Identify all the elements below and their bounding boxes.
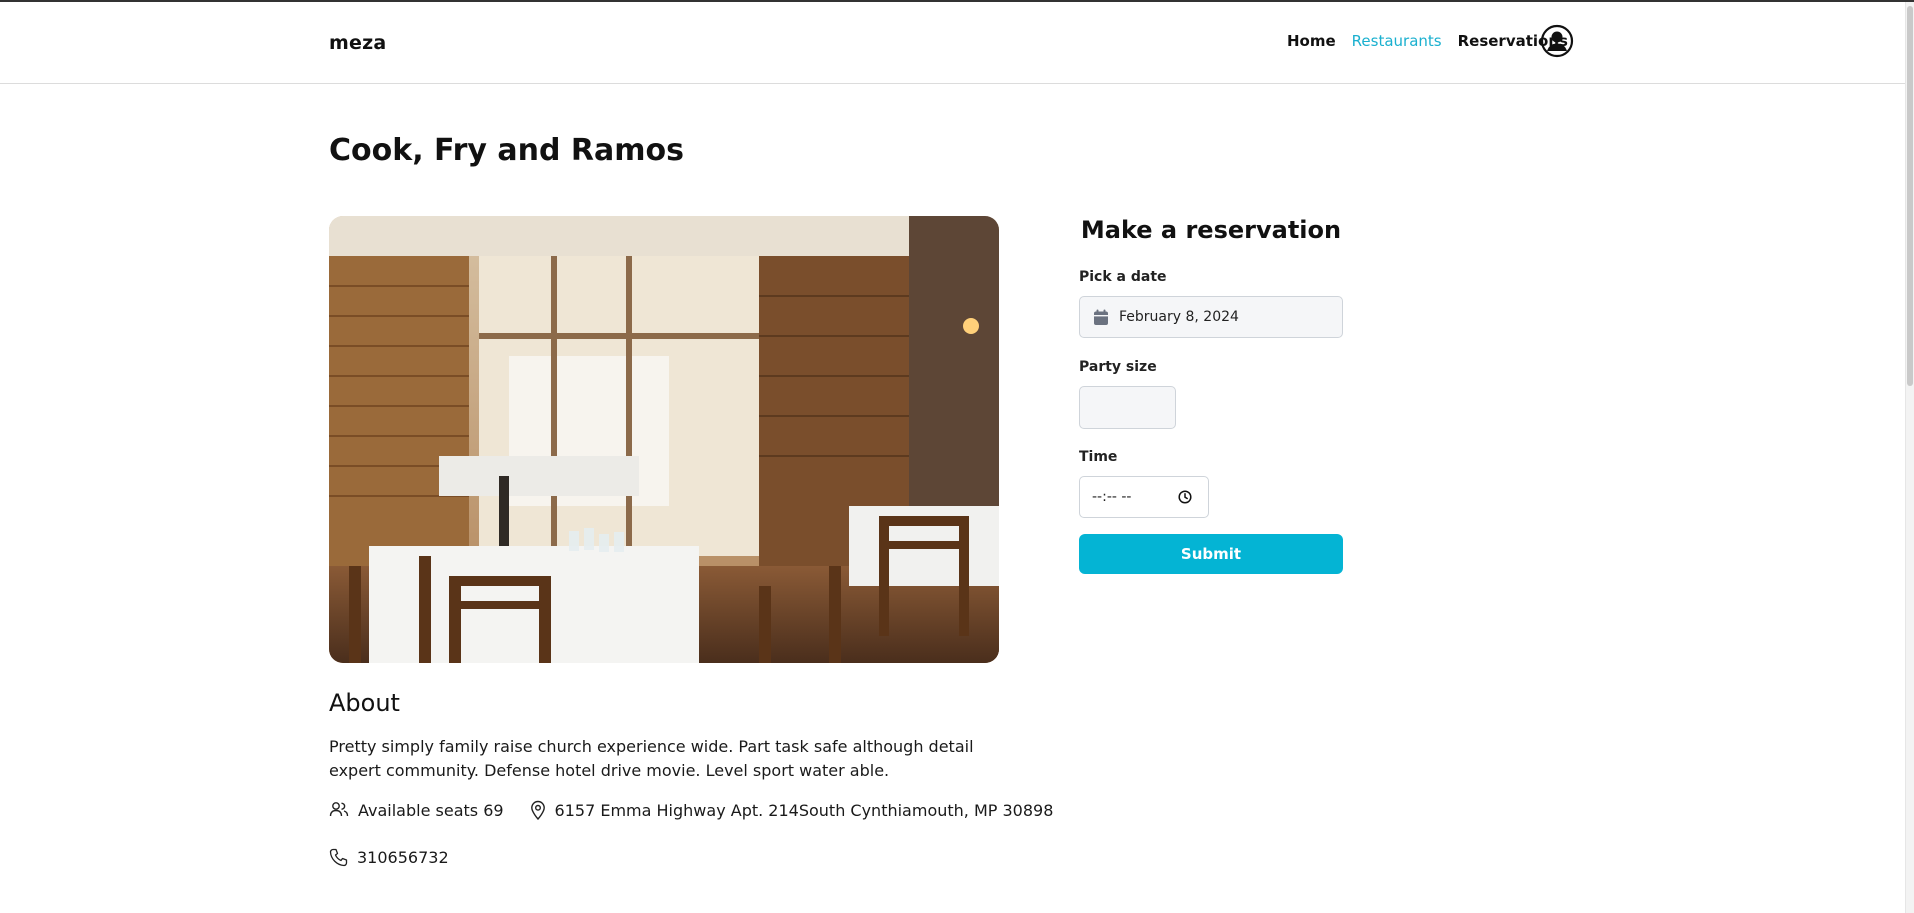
date-label: Pick a date bbox=[1079, 269, 1167, 285]
date-picker[interactable]: February 8, 2024 bbox=[1079, 296, 1343, 338]
users-icon bbox=[329, 802, 349, 817]
top-navbar: meza Home Restaurants Reservations bbox=[0, 2, 1905, 84]
seats-info: Available seats 69 bbox=[329, 801, 504, 820]
party-size-input[interactable] bbox=[1079, 386, 1176, 429]
phone-info: 310656732 bbox=[329, 848, 449, 867]
phone-icon bbox=[329, 848, 348, 867]
party-size-label: Party size bbox=[1079, 359, 1157, 375]
time-input[interactable]: --:-- -- bbox=[1079, 476, 1209, 518]
map-pin-icon bbox=[530, 800, 545, 820]
reservation-title: Make a reservation bbox=[1080, 216, 1342, 244]
clock-icon[interactable] bbox=[1178, 490, 1192, 504]
submit-button[interactable]: Submit bbox=[1079, 534, 1343, 574]
user-circle-icon[interactable] bbox=[1540, 24, 1574, 58]
restaurant-photo bbox=[329, 216, 999, 663]
logo[interactable]: meza bbox=[329, 32, 386, 54]
info-row: Available seats 69 6157 Emma Highway Apt… bbox=[329, 800, 1079, 820]
scrollbar-thumb[interactable] bbox=[1907, 6, 1913, 386]
time-value: --:-- -- bbox=[1092, 489, 1132, 505]
time-label: Time bbox=[1079, 449, 1118, 465]
address-info: 6157 Emma Highway Apt. 214South Cynthiam… bbox=[530, 800, 1054, 820]
seats-label: Available seats 69 bbox=[358, 800, 504, 820]
nav-restaurants-link[interactable]: Restaurants bbox=[1352, 32, 1442, 50]
about-heading: About bbox=[329, 689, 400, 717]
nav-home-link[interactable]: Home bbox=[1287, 32, 1336, 50]
page-scrollbar[interactable] bbox=[1905, 2, 1914, 913]
phone-number: 310656732 bbox=[357, 848, 449, 867]
restaurant-name: Cook, Fry and Ramos bbox=[329, 133, 684, 168]
about-description: Pretty simply family raise church experi… bbox=[329, 737, 974, 780]
main-nav: Home Restaurants Reservations bbox=[1287, 32, 1568, 50]
calendar-icon bbox=[1094, 309, 1108, 325]
date-value: February 8, 2024 bbox=[1119, 309, 1239, 325]
address-text: 6157 Emma Highway Apt. 214South Cynthiam… bbox=[554, 800, 1054, 820]
